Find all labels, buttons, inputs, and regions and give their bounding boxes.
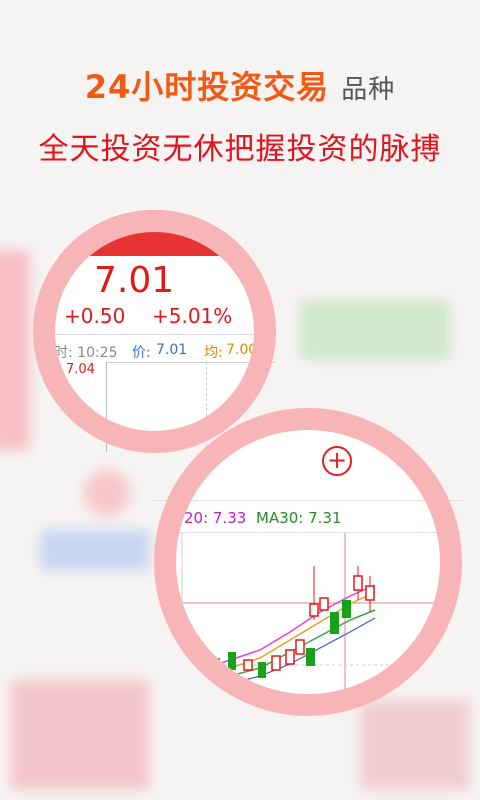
candle [330,612,339,634]
candlestick-chart [181,533,440,694]
candle [309,603,319,617]
candle [258,662,266,678]
candle [342,600,351,618]
candle [212,658,220,674]
candle [365,585,375,601]
ma-line [199,609,376,683]
candle [319,597,329,611]
candle [306,648,315,666]
candle [228,652,236,670]
candle [295,639,305,655]
candle [243,659,253,671]
candles [212,566,375,678]
candle [353,575,363,591]
candle [285,649,295,665]
candle [271,655,281,671]
